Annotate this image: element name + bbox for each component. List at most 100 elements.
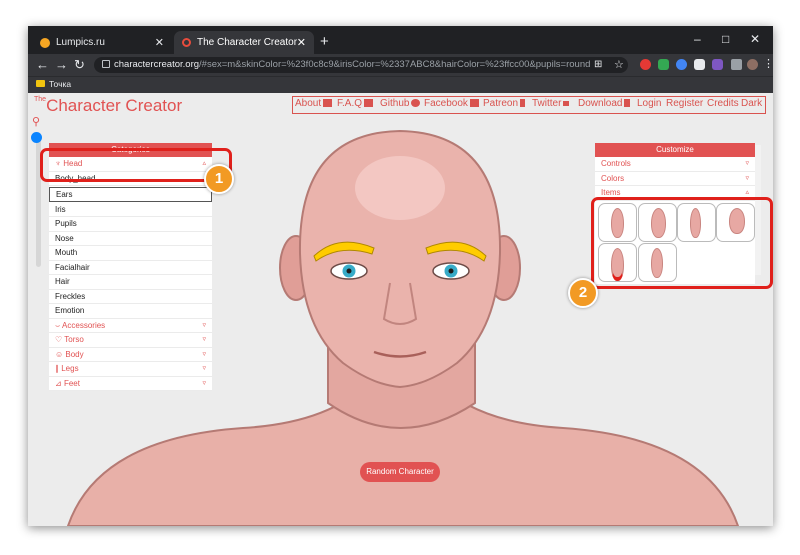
top-menu: About F.A.Q Github Facebook Patreon Twit… xyxy=(292,96,766,114)
step-badge-1: 1 xyxy=(204,164,234,194)
browser-window: Lumpics.ru ✕ The Character Creator - Bui… xyxy=(28,26,773,526)
tab-lumpics[interactable]: Lumpics.ru ✕ xyxy=(32,31,172,54)
forward-arrow-icon[interactable]: → xyxy=(55,57,68,72)
address-bar-row: ← → ↻ charactercreator.org/#sex=m&skinCo… xyxy=(28,54,773,76)
forehead-highlight xyxy=(355,156,445,220)
menu-dots-icon[interactable]: ⋮ xyxy=(763,57,773,70)
left-pupil xyxy=(346,268,352,274)
menu-register[interactable]: Register xyxy=(666,98,703,109)
maximize-button[interactable]: □ xyxy=(722,32,729,46)
step-badge-2: 2 xyxy=(568,278,598,308)
category-accessories[interactable]: ⌣ Accessories ▿ xyxy=(49,319,212,333)
site-logo[interactable]: TheCharacter Creator xyxy=(34,96,182,116)
category-torso[interactable]: ♡ Torso ▿ xyxy=(49,333,212,348)
chevron-down-icon: ▿ xyxy=(202,350,206,358)
extension-white-icon[interactable] xyxy=(694,59,705,70)
github-icon xyxy=(411,99,421,108)
item-ears[interactable]: Ears xyxy=(49,187,212,202)
menu-label: F.A.Q xyxy=(337,98,363,109)
menu-credits[interactable]: Credits xyxy=(707,98,739,109)
category-legs[interactable]: ∥ Legs ▿ xyxy=(49,362,212,377)
tab-title: Lumpics.ru xyxy=(56,37,105,48)
category-body[interactable]: ☺ Body ▿ xyxy=(49,348,212,362)
menu-label: Patreon xyxy=(483,98,519,109)
extension-red-icon[interactable] xyxy=(640,59,651,70)
item-emotion[interactable]: Emotion xyxy=(49,304,212,319)
random-character-button[interactable]: Random Character xyxy=(360,462,440,482)
tab-close-icon[interactable]: ✕ xyxy=(297,36,306,49)
bookmarks-bar: Точка xyxy=(28,76,773,93)
tab-character-creator[interactable]: The Character Creator - Build visual cha… xyxy=(174,31,314,54)
customize-label: Colors xyxy=(601,173,625,183)
character-creator-favicon-icon xyxy=(182,38,191,47)
category-label: Feet xyxy=(63,378,80,388)
category-label: Accessories xyxy=(62,320,106,330)
bookmark-tochka[interactable]: Точка xyxy=(49,79,71,89)
item-nose[interactable]: Nose xyxy=(49,232,212,246)
reload-icon[interactable]: ↻ xyxy=(74,57,85,73)
chevron-down-icon: ▿ xyxy=(202,379,206,387)
item-hair[interactable]: Hair xyxy=(49,275,212,290)
menu-twitter[interactable]: Twitter xyxy=(532,98,570,109)
item-mouth[interactable]: Mouth xyxy=(49,246,212,261)
category-feet[interactable]: ⊿ Feet ▿ xyxy=(49,377,212,391)
tab-title: The Character Creator - Build visual cha… xyxy=(197,37,299,48)
category-label: Torso xyxy=(64,335,84,344)
category-label: Body xyxy=(65,349,84,359)
customize-controls[interactable]: Controls ▿ xyxy=(595,157,755,172)
tab-close-icon[interactable]: ✕ xyxy=(155,36,164,49)
item-freckles[interactable]: Freckles xyxy=(49,290,212,304)
menu-label: About xyxy=(295,98,322,109)
item-facialhair[interactable]: Facialhair xyxy=(49,261,212,275)
twitter-icon xyxy=(563,100,570,106)
chevron-down-icon: ▿ xyxy=(745,174,749,182)
web-page: TheCharacter Creator ⚲ About F.A.Q Githu… xyxy=(28,93,773,526)
menu-patreon[interactable]: Patreon xyxy=(483,98,526,109)
mail-icon xyxy=(323,99,333,108)
menu-download[interactable]: Download xyxy=(578,98,631,109)
profile-avatar-icon[interactable] xyxy=(747,59,758,70)
minimize-button[interactable]: – xyxy=(694,32,701,46)
facebook-icon xyxy=(469,99,479,108)
url-path: /#sex=m&skinColor=%23f0c8c9&irisColor=%2… xyxy=(199,59,591,70)
customize-header: Customize xyxy=(595,143,755,157)
extension-check-icon[interactable] xyxy=(658,59,669,70)
close-window-button[interactable]: ✕ xyxy=(750,32,760,46)
bookmark-star-icon[interactable]: ☆ xyxy=(614,58,624,71)
menu-github[interactable]: Github xyxy=(380,98,421,109)
menu-label: Download xyxy=(578,98,623,109)
new-tab-button[interactable]: + xyxy=(320,33,329,50)
search-icon[interactable]: ⚲ xyxy=(32,115,40,128)
item-pupils[interactable]: Pupils xyxy=(49,217,212,232)
reading-list-icon[interactable] xyxy=(731,59,742,70)
download-arrow-icon xyxy=(624,99,631,108)
lock-icon xyxy=(102,60,110,68)
menu-label: Github xyxy=(380,98,410,109)
folder-icon xyxy=(36,80,45,87)
customize-colors[interactable]: Colors ▿ xyxy=(595,172,755,186)
right-pupil xyxy=(448,268,454,274)
item-iris[interactable]: Iris xyxy=(49,203,212,217)
url-text: charactercreator.org/#sex=m&skinColor=%2… xyxy=(114,59,590,70)
url-domain: charactercreator.org xyxy=(114,59,200,70)
menu-about[interactable]: About xyxy=(295,98,333,109)
chevron-down-icon: ▿ xyxy=(202,321,206,329)
patreon-icon xyxy=(520,99,526,108)
scroll-thumb[interactable] xyxy=(31,132,42,143)
translate-icon[interactable]: ⊞ xyxy=(594,59,602,70)
logo-text: Character Creator xyxy=(46,96,183,115)
back-arrow-icon[interactable]: ← xyxy=(36,57,49,72)
category-label: Legs xyxy=(61,364,79,373)
extension-purple-icon[interactable] xyxy=(712,59,723,70)
menu-login[interactable]: Login xyxy=(637,98,661,109)
menu-facebook[interactable]: Facebook xyxy=(424,98,479,109)
extension-blue-icon[interactable] xyxy=(676,59,687,70)
menu-faq[interactable]: F.A.Q xyxy=(337,98,374,109)
customize-label: Items xyxy=(601,188,621,197)
menu-dark[interactable]: Dark xyxy=(741,98,762,109)
omnibox[interactable]: charactercreator.org/#sex=m&skinColor=%2… xyxy=(94,57,628,73)
tab-bar: Lumpics.ru ✕ The Character Creator - Bui… xyxy=(28,26,773,54)
chevron-down-icon: ▿ xyxy=(202,365,206,372)
highlight-ear-options xyxy=(591,197,773,289)
mail-icon xyxy=(364,99,374,108)
